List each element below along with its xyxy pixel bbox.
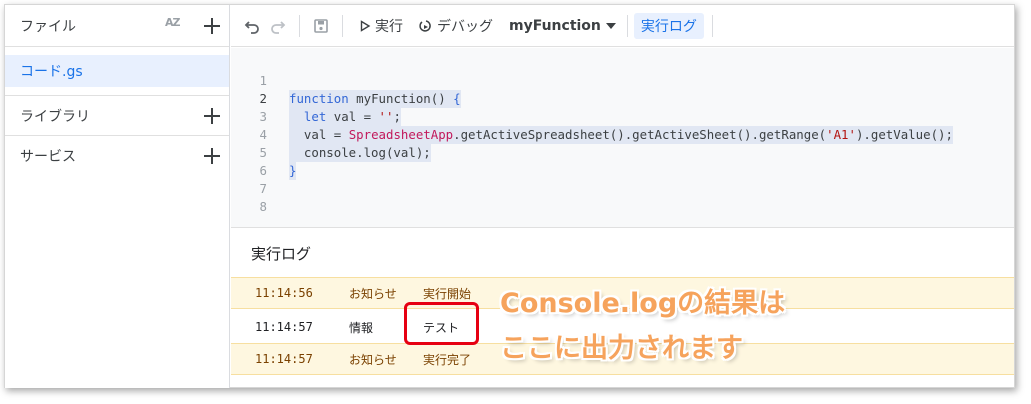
line-number: 6 [259, 163, 267, 178]
files-label: ファイル [20, 18, 76, 35]
add-file-icon[interactable] [203, 17, 221, 35]
code-line[interactable]: 3 let val = ''; [231, 108, 953, 126]
code-editor[interactable]: 1 2 function myFunction() {3 let val = '';… [231, 48, 1014, 228]
debug-label: デバッグ [437, 18, 493, 35]
function-name: myFunction [509, 17, 601, 34]
redo-icon[interactable] [265, 13, 291, 39]
dropdown-arrow-icon [605, 22, 616, 29]
save-icon[interactable] [308, 13, 334, 39]
file-item-code-gs[interactable]: コード.gs [5, 55, 229, 87]
code-line[interactable]: 7 [231, 180, 953, 198]
log-time: 11:14:57 [255, 352, 313, 366]
sort-az-icon[interactable]: AZ [165, 16, 180, 29]
code-text: let val = ''; [289, 108, 401, 126]
line-number: 2 [259, 91, 267, 106]
annotation-line-2: ここに出力されます [500, 333, 743, 364]
log-message: 実行開始 [423, 286, 472, 301]
debug-button[interactable]: デバッグ [411, 16, 501, 36]
code-text: console.log(val); [289, 144, 431, 162]
sidebar: ファイル AZ コード.gs ライブラリ サービス [5, 5, 230, 388]
run-button[interactable]: 実行 [351, 16, 411, 36]
files-header: ファイル AZ [5, 5, 229, 47]
line-number: 7 [259, 181, 267, 196]
log-time: 11:14:56 [255, 286, 313, 300]
toolbar-divider [299, 14, 300, 37]
libraries-row: ライブラリ [5, 95, 229, 135]
add-service-icon[interactable] [203, 147, 221, 165]
code-line[interactable]: 4 val = SpreadsheetApp.getActiveSpreadsh… [231, 126, 953, 144]
toolbar: 実行 デバッグ myFunction 実行ログ [231, 5, 1014, 47]
log-title: 実行ログ [251, 245, 312, 263]
services-row: サービス [5, 135, 229, 175]
code-text: } [289, 162, 297, 180]
log-time: 11:14:57 [255, 320, 313, 334]
function-selector[interactable]: myFunction [501, 18, 625, 34]
undo-icon[interactable] [239, 13, 265, 39]
execution-log-button[interactable]: 実行ログ [633, 12, 704, 39]
play-icon [360, 19, 371, 32]
annotation-line-1: Console.logの結果は [500, 288, 786, 319]
code-line[interactable]: 8 [231, 198, 953, 216]
line-number: 8 [259, 199, 267, 214]
line-number: 4 [259, 127, 267, 142]
code-area[interactable]: 1 2 function myFunction() {3 let val = '';… [231, 72, 953, 216]
log-level: お知らせ [349, 286, 397, 301]
line-number: 3 [259, 109, 267, 124]
code-text: val = SpreadsheetApp.getActiveSpreadshee… [289, 126, 953, 144]
log-message: 実行完了 [423, 352, 472, 367]
log-level: お知らせ [349, 352, 397, 367]
code-line[interactable]: 1 [231, 72, 953, 90]
code-line[interactable]: 5 console.log(val); [231, 144, 953, 162]
log-level: 情報 [349, 320, 374, 335]
code-text: function myFunction() { [289, 90, 461, 108]
debug-icon [419, 19, 431, 32]
toolbar-divider [342, 14, 343, 37]
code-line[interactable]: 2 function myFunction() { [231, 90, 953, 108]
line-number: 1 [259, 73, 267, 88]
toolbar-divider [626, 14, 628, 37]
run-label: 実行 [375, 18, 403, 35]
services-label: サービス [20, 148, 76, 165]
add-library-icon[interactable] [203, 107, 221, 125]
file-name: コード.gs [20, 64, 83, 80]
highlight-box [404, 302, 479, 345]
line-number: 5 [259, 145, 267, 160]
libraries-label: ライブラリ [20, 108, 90, 125]
toolbar-divider [711, 14, 713, 37]
code-line[interactable]: 6} [231, 162, 953, 180]
